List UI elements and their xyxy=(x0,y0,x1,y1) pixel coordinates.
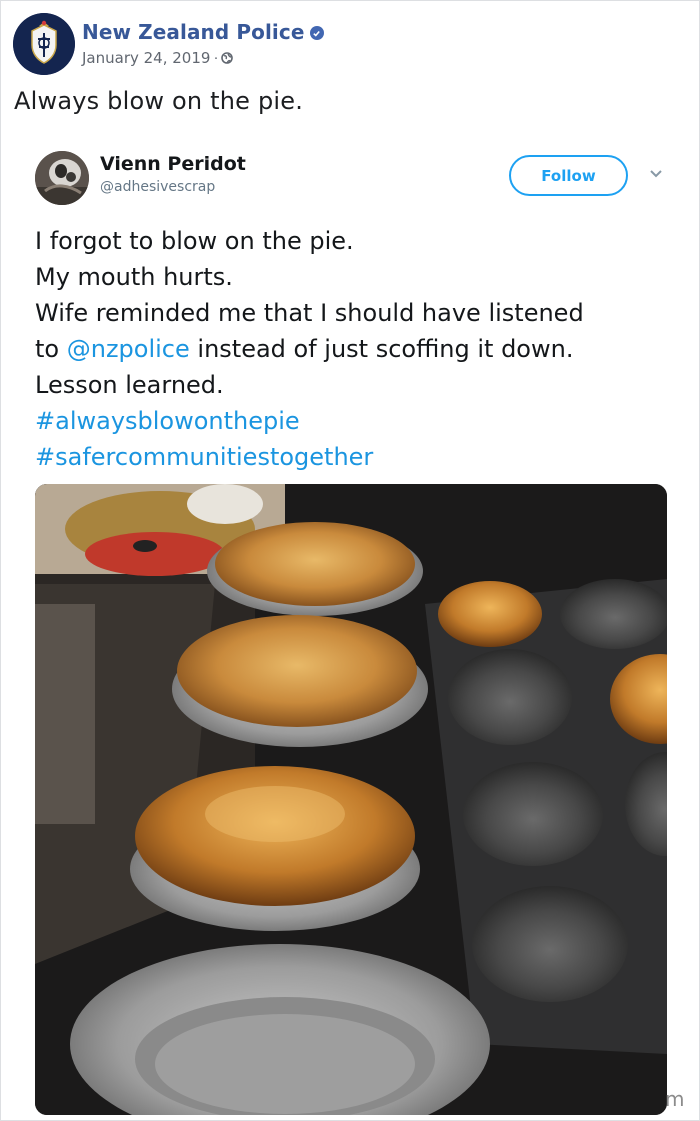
tweet-photo[interactable] xyxy=(35,484,667,1115)
police-crest-icon xyxy=(13,13,75,75)
post-header: New Zealand Police January 24, 2019 · xyxy=(13,13,324,75)
police-crest-avatar[interactable] xyxy=(13,13,75,75)
post-caption: Always blow on the pie. xyxy=(14,87,304,115)
watermark-text: m xyxy=(665,1087,685,1111)
post-date-row: January 24, 2019 · xyxy=(82,49,324,67)
tweet-author-avatar[interactable] xyxy=(35,151,89,205)
mention-link-nzpolice[interactable]: @nzpolice xyxy=(67,335,190,363)
post-timestamp[interactable]: January 24, 2019 xyxy=(82,49,210,67)
tweet-text-fragment: instead of just scoffing it down. xyxy=(189,335,574,363)
tweet-line: Lesson learned. xyxy=(35,371,224,399)
verified-badge-icon xyxy=(309,26,324,40)
page-name-link[interactable]: New Zealand Police xyxy=(82,20,305,44)
post-meta: New Zealand Police January 24, 2019 · xyxy=(82,20,324,67)
hashtag-link-safercommunitiestogether[interactable]: #safercommunitiestogether xyxy=(35,439,675,475)
tweet-author-name[interactable]: Vienn Peridot xyxy=(100,153,246,175)
tweet-line: My mouth hurts. xyxy=(35,263,233,291)
tweet-text: I forgot to blow on the pie. My mouth hu… xyxy=(35,223,675,475)
facebook-post: New Zealand Police January 24, 2019 · Al… xyxy=(0,0,700,1121)
hashtag-link-alwaysblowonthepie[interactable]: #alwaysblowonthepie xyxy=(35,403,675,439)
pies-photo xyxy=(35,484,667,1115)
globe-icon[interactable] xyxy=(221,51,234,64)
avatar-photo xyxy=(35,151,89,205)
chevron-down-icon[interactable] xyxy=(648,168,664,180)
tweet-text-fragment: to xyxy=(35,335,67,363)
tweet-line: Wife reminded me that I should have list… xyxy=(35,299,584,327)
meta-separator: · xyxy=(213,49,219,66)
page-name-row: New Zealand Police xyxy=(82,20,324,44)
tweet-line: I forgot to blow on the pie. xyxy=(35,227,354,255)
follow-button[interactable]: Follow xyxy=(509,155,628,196)
tweet-author-handle[interactable]: @adhesivescrap xyxy=(100,179,215,195)
tweet-line: to @nzpolice instead of just scoffing it… xyxy=(35,331,675,367)
